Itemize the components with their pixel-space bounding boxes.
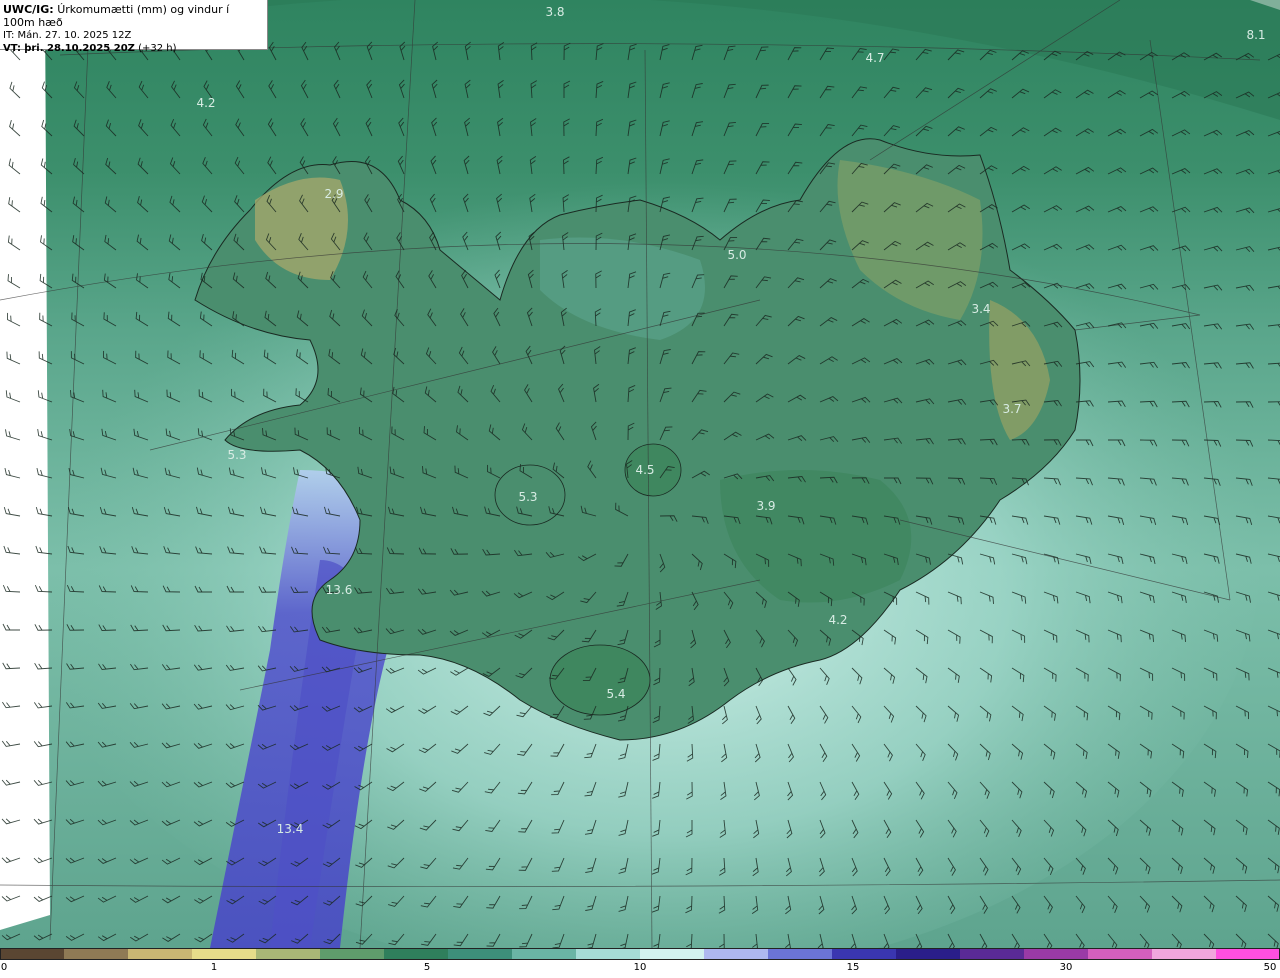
colorbar-segment [448,948,513,960]
colorbar-segment [512,948,577,960]
colorbar-tick: 30 [1059,962,1073,973]
value-label: 2.9 [324,187,344,201]
model-name: UWC/IG: [3,3,54,16]
value-label: 3.9 [756,499,776,513]
value-label: 5.4 [606,687,626,701]
colorbar-segment [128,948,193,960]
value-label: 3.8 [545,5,565,19]
colorbar-segment [1216,948,1280,960]
colorbar-segment [64,948,129,960]
colorbar-segment [320,948,385,960]
colorbar-tick: 5 [423,962,431,973]
colorbar-segment [576,948,641,960]
colorbar-tick: 15 [846,962,860,973]
colorbar-segment [384,948,449,960]
colorbar-segment [1024,948,1089,960]
colorbar-tick: 50 [1263,962,1277,973]
colorbar-segment [192,948,257,960]
colorbar-segment [1088,948,1153,960]
init-time: IT: Mán. 27. 10. 2025 12Z [3,30,132,41]
valid-time: þri. 28.10.2025 20Z [24,43,135,54]
value-label: 4.2 [196,96,216,110]
colorbar-segment [704,948,769,960]
value-label: 3.4 [971,302,991,316]
colorbar-segment [1152,948,1217,960]
colorbar [0,948,1280,960]
lead-time: (+32 h) [138,43,177,54]
colorbar-segment [0,948,65,960]
value-label: 13.4 [276,822,304,836]
colorbar-segment [960,948,1025,960]
value-label: 8.1 [1246,28,1266,42]
value-label: 5.3 [227,448,247,462]
info-box: UWC/IG: Úrkomumætti (mm) og vindur í 100… [0,0,268,54]
value-label: 13.6 [325,583,353,597]
colorbar-segment [896,948,961,960]
colorbar-tick: 10 [633,962,647,973]
colorbar-segment [640,948,705,960]
colorbar-segment [832,948,897,960]
value-label: 3.7 [1002,402,1022,416]
value-label: 5.0 [727,248,747,262]
value-label: 4.5 [635,463,655,477]
colorbar-segment [256,948,321,960]
value-label: 4.2 [828,613,848,627]
colorbar-tick: 1 [210,962,218,973]
valid-prefix: VT: [3,43,22,54]
value-label: 5.3 [518,490,538,504]
value-label: 4.7 [865,51,885,65]
colorbar-tick: 0 [0,962,8,973]
colorbar-segment [768,948,833,960]
